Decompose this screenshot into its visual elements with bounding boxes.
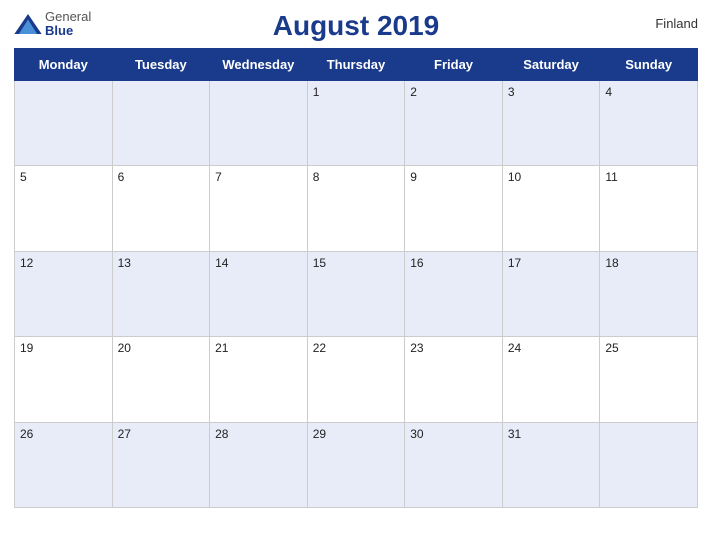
- weekday-header-friday: Friday: [405, 49, 503, 81]
- calendar-day-26: 26: [15, 422, 113, 507]
- calendar-tbody: 1234567891011121314151617181920212223242…: [15, 81, 698, 508]
- day-number: 5: [20, 170, 27, 184]
- logo-general-text: General: [45, 10, 91, 24]
- calendar-week-row: 26 27 28 29 30 31: [15, 422, 698, 507]
- day-number: 18: [605, 256, 618, 270]
- calendar-header: General Blue August 2019 Finland: [14, 10, 698, 42]
- calendar-day-21: 21: [210, 337, 308, 422]
- calendar-week-row: 12 13 14 15 16 17 18: [15, 251, 698, 336]
- calendar-day-1: 1: [307, 81, 405, 166]
- calendar-empty-cell: [112, 81, 210, 166]
- calendar-day-3: 3: [502, 81, 600, 166]
- day-number: 20: [118, 341, 131, 355]
- day-number: 6: [118, 170, 125, 184]
- day-number: 17: [508, 256, 521, 270]
- logo-area: General Blue: [14, 10, 91, 39]
- calendar-day-25: 25: [600, 337, 698, 422]
- logo-words: General Blue: [45, 10, 91, 39]
- day-number: 27: [118, 427, 131, 441]
- day-number: 3: [508, 85, 515, 99]
- day-number: 12: [20, 256, 33, 270]
- calendar-week-row: 1 2 3 4: [15, 81, 698, 166]
- calendar-empty-cell: [210, 81, 308, 166]
- day-number: 28: [215, 427, 228, 441]
- calendar-day-5: 5: [15, 166, 113, 251]
- calendar-day-24: 24: [502, 337, 600, 422]
- calendar-week-row: 5 6 7 8 9 10 11: [15, 166, 698, 251]
- calendar-day-17: 17: [502, 251, 600, 336]
- calendar-day-23: 23: [405, 337, 503, 422]
- calendar-day-8: 8: [307, 166, 405, 251]
- calendar-day-12: 12: [15, 251, 113, 336]
- calendar-table: MondayTuesdayWednesdayThursdayFridaySatu…: [14, 48, 698, 508]
- calendar-day-19: 19: [15, 337, 113, 422]
- calendar-day-30: 30: [405, 422, 503, 507]
- calendar-day-15: 15: [307, 251, 405, 336]
- day-number: 22: [313, 341, 326, 355]
- day-number: 30: [410, 427, 423, 441]
- calendar-day-27: 27: [112, 422, 210, 507]
- calendar-empty-cell: [15, 81, 113, 166]
- calendar-day-14: 14: [210, 251, 308, 336]
- weekday-header-wednesday: Wednesday: [210, 49, 308, 81]
- day-number: 10: [508, 170, 521, 184]
- day-number: 31: [508, 427, 521, 441]
- day-number: 25: [605, 341, 618, 355]
- day-number: 13: [118, 256, 131, 270]
- calendar-day-7: 7: [210, 166, 308, 251]
- day-number: 2: [410, 85, 417, 99]
- weekday-header-saturday: Saturday: [502, 49, 600, 81]
- calendar-day-29: 29: [307, 422, 405, 507]
- day-number: 19: [20, 341, 33, 355]
- day-number: 8: [313, 170, 320, 184]
- calendar-day-9: 9: [405, 166, 503, 251]
- calendar-day-31: 31: [502, 422, 600, 507]
- day-number: 1: [313, 85, 320, 99]
- logo-container: General Blue: [14, 10, 91, 39]
- calendar-empty-cell: [600, 422, 698, 507]
- weekday-header-monday: Monday: [15, 49, 113, 81]
- calendar-day-20: 20: [112, 337, 210, 422]
- day-number: 7: [215, 170, 222, 184]
- day-number: 29: [313, 427, 326, 441]
- calendar-day-2: 2: [405, 81, 503, 166]
- day-number: 24: [508, 341, 521, 355]
- weekday-header-row: MondayTuesdayWednesdayThursdayFridaySatu…: [15, 49, 698, 81]
- calendar-day-13: 13: [112, 251, 210, 336]
- calendar-day-6: 6: [112, 166, 210, 251]
- calendar-day-4: 4: [600, 81, 698, 166]
- day-number: 14: [215, 256, 228, 270]
- calendar-day-28: 28: [210, 422, 308, 507]
- calendar-day-22: 22: [307, 337, 405, 422]
- day-number: 23: [410, 341, 423, 355]
- calendar-day-10: 10: [502, 166, 600, 251]
- weekday-header-tuesday: Tuesday: [112, 49, 210, 81]
- weekday-header-thursday: Thursday: [307, 49, 405, 81]
- weekday-header-sunday: Sunday: [600, 49, 698, 81]
- day-number: 4: [605, 85, 612, 99]
- logo-icon: [14, 14, 42, 34]
- calendar-week-row: 19 20 21 22 23 24 25: [15, 337, 698, 422]
- logo-blue-text: Blue: [45, 24, 91, 38]
- calendar-day-18: 18: [600, 251, 698, 336]
- country-label: Finland: [655, 16, 698, 31]
- day-number: 26: [20, 427, 33, 441]
- calendar-day-11: 11: [600, 166, 698, 251]
- calendar-wrapper: General Blue August 2019 Finland MondayT…: [0, 0, 712, 550]
- month-title: August 2019: [273, 10, 440, 42]
- day-number: 11: [605, 170, 617, 184]
- calendar-thead: MondayTuesdayWednesdayThursdayFridaySatu…: [15, 49, 698, 81]
- day-number: 16: [410, 256, 423, 270]
- day-number: 9: [410, 170, 417, 184]
- day-number: 15: [313, 256, 326, 270]
- calendar-day-16: 16: [405, 251, 503, 336]
- day-number: 21: [215, 341, 228, 355]
